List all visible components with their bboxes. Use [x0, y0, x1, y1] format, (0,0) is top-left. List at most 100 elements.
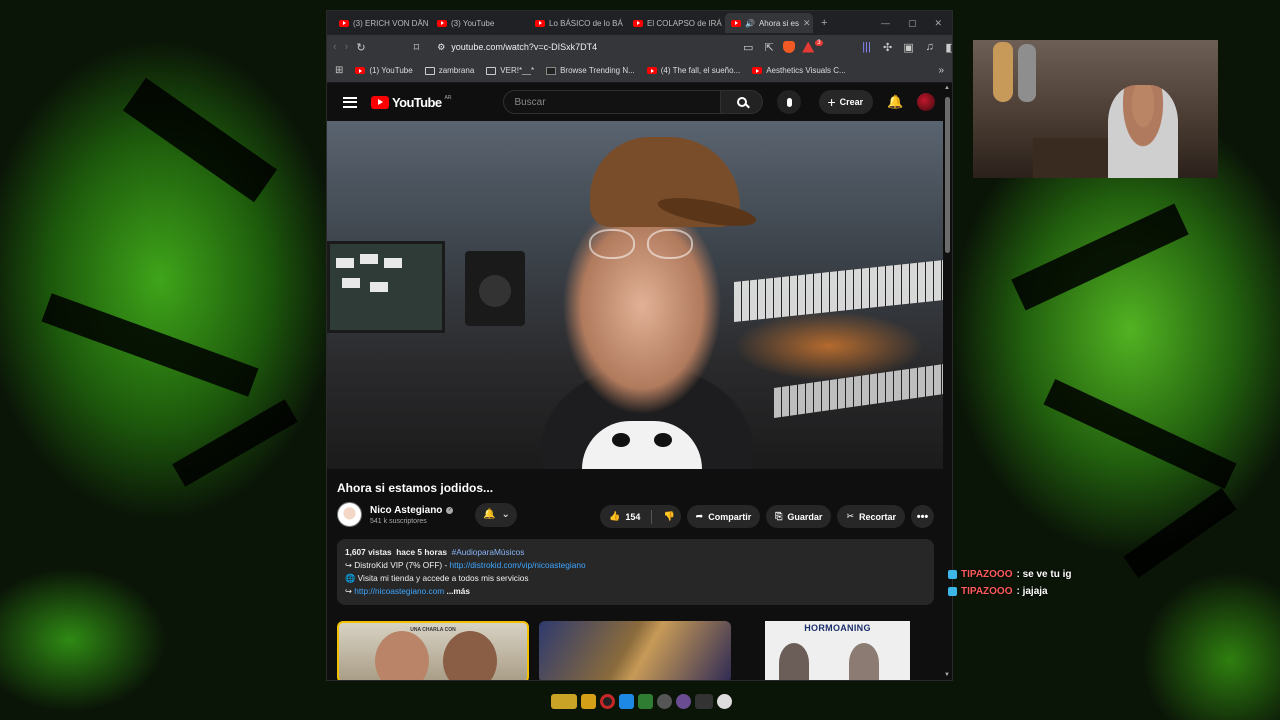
- app-swirl-icon[interactable]: [676, 694, 691, 709]
- microphone-icon: [786, 97, 792, 107]
- app-disc-icon[interactable]: [657, 694, 672, 709]
- speaker-icon: 🔊: [745, 18, 755, 28]
- toolbar-extensions: ▭ ⇱ 3 ||| ✣ ▣ ♫ ◧ ▤ ✧ ≡: [741, 39, 952, 54]
- site-info-icon[interactable]: ⚙: [437, 42, 445, 53]
- subscription-bell-button[interactable]: 🔔 ⌄: [475, 502, 518, 527]
- bookmark-youtube[interactable]: (1) YouTube: [355, 66, 413, 75]
- cast-icon[interactable]: ▭: [741, 41, 755, 54]
- description-line-store: 🌐 Visita mi tienda y accede a todos mis …: [345, 573, 529, 583]
- bookmark-the-fall[interactable]: (4) The fall, el sueño...: [646, 66, 740, 75]
- dislike-button[interactable]: 👎: [663, 511, 674, 522]
- chat-message: TIPAZOOO : jajaja: [948, 586, 1072, 597]
- video-title: Ahora si estamos jodidos...: [337, 481, 494, 495]
- more-actions-button[interactable]: •••: [911, 505, 934, 528]
- bookmarks-overflow-icon[interactable]: »: [938, 65, 944, 76]
- view-count: 1,607 vistas: [345, 547, 392, 557]
- clip-button[interactable]: ✂ Recortar: [837, 505, 905, 528]
- video-player[interactable]: [327, 121, 944, 469]
- like-button[interactable]: 👍: [609, 511, 620, 522]
- youtube-logo[interactable]: YouTube AR: [371, 95, 451, 110]
- notifications-bell-icon[interactable]: 🔔: [887, 94, 903, 110]
- app-leaf-icon[interactable]: [638, 694, 653, 709]
- extensions-puzzle-icon[interactable]: ✣: [881, 41, 895, 54]
- like-count: 154: [625, 511, 641, 522]
- distrokid-link[interactable]: http://distrokid.com/vip/nicoastegiano: [450, 560, 586, 570]
- share-button[interactable]: ➦ Compartir: [686, 505, 761, 528]
- back-icon[interactable]: ‹: [333, 41, 337, 53]
- app-crown-icon[interactable]: [551, 694, 577, 709]
- brave-shields-icon[interactable]: [783, 41, 796, 53]
- scroll-down-icon[interactable]: ▼: [944, 672, 950, 678]
- tab-lo-basico[interactable]: Lo BÁSICO de lo BÁ: [529, 13, 625, 33]
- voice-search-button[interactable]: [777, 90, 802, 114]
- guitar-image: [993, 42, 1013, 102]
- user-avatar[interactable]: [917, 93, 936, 111]
- tab-youtube[interactable]: (3) YouTube: [431, 13, 527, 33]
- reload-icon[interactable]: ↻: [356, 41, 365, 54]
- tab-active-video[interactable]: 🔊 Ahora si es ✕: [725, 13, 813, 33]
- channel-avatar[interactable]: [337, 502, 362, 527]
- share-page-icon[interactable]: ⇱: [762, 41, 776, 54]
- bookmark-icon[interactable]: ⌑: [414, 41, 420, 54]
- subscriber-count: 541 k suscriptores: [370, 517, 427, 525]
- browser-window: (3) ERICH VON DÄN (3) YouTube Lo BÁSICO …: [326, 10, 953, 681]
- chevron-down-icon: ⌄: [501, 509, 510, 520]
- site-icon: [546, 66, 557, 75]
- related-video-thumbnail[interactable]: HORMOANING: [741, 621, 933, 680]
- close-tab-icon[interactable]: ✕: [803, 18, 811, 29]
- search-input[interactable]: Buscar: [503, 90, 722, 114]
- scroll-up-icon[interactable]: ▲: [944, 85, 950, 91]
- video-scene-monitor: [327, 241, 445, 333]
- new-tab-button[interactable]: +: [815, 17, 833, 29]
- save-button[interactable]: ⎘ Guardar: [766, 505, 832, 528]
- app-skull-icon[interactable]: [717, 694, 732, 709]
- bookmark-ver[interactable]: VER!*__*: [486, 66, 534, 75]
- video-scene-panda-shirt: [582, 421, 702, 469]
- bookmark-browse-trending[interactable]: Browse Trending N...: [546, 66, 635, 75]
- brave-rewards-icon[interactable]: [802, 41, 815, 53]
- close-window-icon[interactable]: ✕: [934, 18, 942, 29]
- extension-bars-icon[interactable]: |||: [860, 41, 874, 53]
- search-icon: [736, 97, 747, 107]
- channel-name[interactable]: Nico Astegiano: [370, 505, 442, 516]
- minimize-icon[interactable]: —: [881, 18, 890, 29]
- like-dislike-group: 👍 154 👎: [600, 505, 681, 528]
- related-video-thumbnail[interactable]: UNA CHARLA CON: [337, 621, 529, 680]
- scissors-icon: ✂: [846, 511, 854, 521]
- video-description[interactable]: 1,607 vistas hace 5 horas #AudioparaMúsi…: [337, 539, 934, 605]
- app-boot-icon[interactable]: [581, 694, 596, 709]
- create-button[interactable]: + Crear: [819, 90, 874, 114]
- screenshot-icon[interactable]: ▣: [902, 41, 916, 54]
- scrollbar-thumb[interactable]: [945, 97, 950, 253]
- webcam-overlay: [973, 40, 1218, 178]
- apps-grid-icon[interactable]: ⊞: [335, 65, 343, 76]
- bookmark-aesthetics-visuals[interactable]: Aesthetics Visuals C...: [752, 66, 846, 75]
- app-label-icon[interactable]: [695, 694, 713, 709]
- address-bar[interactable]: ⚙ youtube.com/watch?v=c-DISxk7DT4: [433, 38, 733, 56]
- chat-badge-icon: [948, 570, 957, 579]
- tab-erich-von-daniken[interactable]: (3) ERICH VON DÄN: [333, 13, 429, 33]
- maximize-icon[interactable]: ▢: [908, 18, 917, 29]
- stream-chat: TIPAZOOO : se ve tu ig TIPAZOOO : jajaja: [948, 569, 1072, 603]
- youtube-header: YouTube AR Buscar + Crear 🔔: [327, 83, 952, 121]
- forward-icon[interactable]: ›: [345, 41, 349, 53]
- website-link[interactable]: http://nicoastegiano.com: [354, 586, 444, 596]
- related-video-thumbnail[interactable]: [539, 621, 731, 680]
- youtube-icon: [437, 19, 447, 27]
- bookmarks-bar: ⊞ (1) YouTube zambrana VER!*__* Browse T…: [327, 59, 952, 83]
- sidebar-icon[interactable]: ◧: [944, 41, 952, 54]
- hashtag-link[interactable]: #AudioparaMúsicos: [452, 547, 525, 557]
- app-blue-cube-icon[interactable]: [619, 694, 634, 709]
- youtube-icon: [355, 67, 366, 74]
- video-scene-glasses: [589, 229, 699, 259]
- search-button[interactable]: [721, 90, 764, 114]
- related-videos: UNA CHARLA CON HORMOANING: [337, 621, 933, 680]
- show-more-button[interactable]: ...más: [447, 586, 471, 596]
- tab-el-colapso[interactable]: El COLAPSO de IRÁ: [627, 13, 723, 33]
- youtube-icon: [633, 19, 643, 27]
- hamburger-menu-icon[interactable]: [343, 96, 357, 108]
- app-red-dot-icon[interactable]: [600, 694, 615, 709]
- window-controls: — ▢ ✕: [881, 18, 952, 29]
- bookmark-zambrana[interactable]: zambrana: [424, 66, 474, 75]
- music-icon[interactable]: ♫: [923, 41, 937, 53]
